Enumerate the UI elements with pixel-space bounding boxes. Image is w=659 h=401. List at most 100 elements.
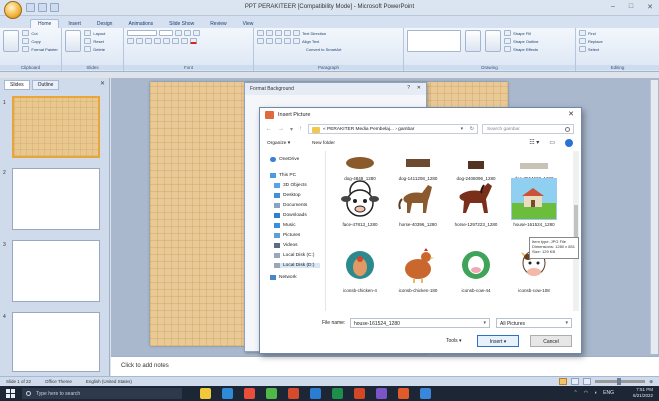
paste-button[interactable] <box>3 30 19 52</box>
shrink-font-icon[interactable] <box>184 30 191 36</box>
chevron-down-icon[interactable]: ▾ <box>565 320 568 326</box>
layout-icon[interactable] <box>84 30 92 36</box>
zoom-slider[interactable] <box>595 378 646 385</box>
app-icon[interactable] <box>398 388 409 399</box>
insert-dropdown-icon[interactable]: ▾ <box>504 339 507 345</box>
chrome-icon[interactable] <box>266 388 277 399</box>
nav-desktop[interactable]: Desktop <box>274 193 301 198</box>
file-item[interactable]: horse-1297223_1280 <box>450 179 502 228</box>
tab-view[interactable]: View <box>236 20 261 28</box>
slide-thumbnail-1[interactable] <box>12 96 100 158</box>
numbering-icon[interactable] <box>266 30 273 36</box>
shape-effects-label[interactable]: Shape Effects <box>513 47 538 52</box>
format-painter-icon[interactable] <box>22 46 30 52</box>
reset-label[interactable]: Reset <box>93 39 103 44</box>
nav-this-pc[interactable]: This PC <box>270 173 296 178</box>
bullets-icon[interactable] <box>257 30 264 36</box>
volume-icon[interactable]: ◖ <box>594 390 597 396</box>
file-item[interactable]: dog-1411208_1280 <box>392 151 444 182</box>
decrease-indent-icon[interactable] <box>275 30 282 36</box>
font-size-dropdown[interactable] <box>159 30 173 36</box>
file-item[interactable]: iconsb-chicken-180 <box>392 245 444 294</box>
help-icon[interactable] <box>565 139 573 147</box>
delete-slide-icon[interactable] <box>84 46 92 52</box>
file-item[interactable]: iconsb-cow-44 <box>450 245 502 294</box>
tab-insert[interactable]: Insert <box>61 20 88 28</box>
cancel-button[interactable]: Cancel <box>530 335 572 347</box>
nav-downloads[interactable]: Downloads <box>274 213 307 218</box>
shape-fill-label[interactable]: Shape Fill <box>513 31 531 36</box>
file-item[interactable]: dog-2406096_1280 <box>450 151 502 182</box>
app-icon[interactable] <box>420 388 431 399</box>
tab-review[interactable]: Review <box>203 20 233 28</box>
shadow-icon[interactable] <box>163 38 170 44</box>
nav-videos[interactable]: Videos <box>274 243 298 248</box>
strikethrough-icon[interactable] <box>154 38 161 44</box>
replace-label[interactable]: Replace <box>588 39 603 44</box>
back-arrow-icon[interactable]: ← <box>266 126 272 133</box>
delete-label[interactable]: Delete <box>93 47 105 52</box>
bold-icon[interactable] <box>127 38 134 44</box>
fit-to-window-icon[interactable]: ⊕ <box>649 379 653 385</box>
nav-3d-objects[interactable]: 3D Objects <box>274 183 307 188</box>
nav-local-disk-c[interactable]: Local Disk (C:) <box>274 253 314 258</box>
insert-button[interactable]: Insert ▾ <box>477 335 519 347</box>
underline-icon[interactable] <box>145 38 152 44</box>
preview-pane-icon[interactable]: ▭ <box>549 139 555 147</box>
network-icon[interactable]: ◠ <box>584 390 588 396</box>
organize-button[interactable]: Organize ▾ <box>267 141 290 146</box>
office-button[interactable] <box>4 1 22 19</box>
file-item[interactable]: dog-3564628_1280 <box>508 151 560 182</box>
shape-outline-icon[interactable] <box>504 38 512 44</box>
slide-show-icon[interactable] <box>583 378 592 385</box>
text-direction-label[interactable]: Text Direction <box>302 31 326 36</box>
slide-thumbnail-4[interactable] <box>12 312 100 372</box>
excel-icon[interactable] <box>332 388 343 399</box>
people-icon[interactable]: ⌃ <box>574 390 578 396</box>
file-explorer-icon[interactable] <box>200 388 211 399</box>
shape-outline-label[interactable]: Shape Outline <box>513 39 538 44</box>
up-arrow-icon[interactable]: ↑ <box>299 126 302 133</box>
slide-thumbnail-3[interactable] <box>12 240 100 302</box>
tab-slides[interactable]: Slides <box>4 80 30 90</box>
file-item[interactable]: dog-4849_1280 <box>334 151 386 182</box>
center-icon[interactable] <box>266 38 273 44</box>
minimize-button[interactable]: – <box>611 3 615 11</box>
find-label[interactable]: Find <box>588 31 596 36</box>
find-icon[interactable] <box>579 30 586 36</box>
windows-start-icon[interactable] <box>6 389 15 398</box>
chevron-down-icon[interactable]: ▾ <box>483 320 486 326</box>
quick-styles-button[interactable] <box>484 30 501 52</box>
nav-local-disk-d[interactable]: Local Disk (D:) <box>274 263 321 268</box>
justify-icon[interactable] <box>284 38 291 44</box>
close-panel-icon[interactable]: ✕ <box>100 80 105 87</box>
shape-effects-icon[interactable] <box>504 46 512 52</box>
scrollbar-thumb[interactable] <box>574 205 578 241</box>
align-left-icon[interactable] <box>257 38 264 44</box>
reset-icon[interactable] <box>84 38 92 44</box>
tab-animations[interactable]: Animations <box>121 20 160 28</box>
powerpoint-icon[interactable] <box>354 388 365 399</box>
new-folder-button[interactable]: New folder <box>312 141 335 146</box>
word-icon[interactable] <box>310 388 321 399</box>
recent-locations-icon[interactable]: ▾ <box>290 126 293 133</box>
align-text-label[interactable]: Align Text <box>302 39 319 44</box>
chevron-down-icon[interactable]: ▾ <box>461 127 463 132</box>
tab-outline[interactable]: Outline <box>31 80 60 90</box>
select-label[interactable]: Select <box>588 47 599 52</box>
file-item[interactable]: face-47813_1280 <box>334 179 386 228</box>
grow-font-icon[interactable] <box>175 30 182 36</box>
char-spacing-icon[interactable] <box>172 38 179 44</box>
nav-pictures[interactable]: Pictures <box>274 233 300 238</box>
layout-label[interactable]: Layout <box>93 31 105 36</box>
forward-arrow-icon[interactable]: → <box>278 126 284 133</box>
tab-design[interactable]: Design <box>90 20 120 28</box>
select-icon[interactable] <box>579 46 586 52</box>
copy-label[interactable]: Copy <box>31 39 40 44</box>
taskbar-search[interactable]: Type here to search <box>22 388 182 399</box>
clear-formatting-icon[interactable] <box>193 30 200 36</box>
close-icon[interactable]: ✕ <box>417 85 421 91</box>
cut-label[interactable]: Cut <box>31 31 37 36</box>
nav-music[interactable]: Music <box>274 223 296 228</box>
arrange-button[interactable] <box>465 30 482 52</box>
